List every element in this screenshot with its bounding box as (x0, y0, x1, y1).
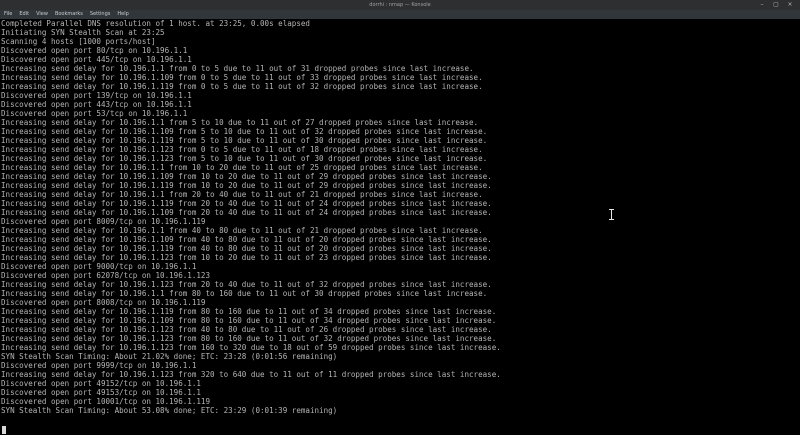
terminal-line: Increasing send delay for 10.196.1.1 fro… (1, 289, 488, 298)
title-bar[interactable]: dorrhi : nmap — Konsole – ▢ × (0, 0, 800, 10)
terminal-line: Increasing send delay for 10.196.1.109 f… (1, 316, 497, 325)
terminal-line: Initiating SYN Stealth Scan at 23:25 (1, 28, 165, 37)
terminal-line: Discovered open port 62078/tcp on 10.196… (1, 271, 211, 280)
terminal-line: Increasing send delay for 10.196.1.119 f… (1, 82, 483, 91)
menu-help[interactable]: Help (117, 10, 128, 19)
menu-bookmarks[interactable]: Bookmarks (55, 10, 83, 19)
terminal-line: Scanning 4 hosts [1000 ports/host] (1, 37, 156, 46)
terminal-line: Discovered open port 8008/tcp on 10.196.… (1, 298, 206, 307)
terminal-line: Increasing send delay for 10.196.1.119 f… (1, 244, 492, 253)
terminal-line: Discovered open port 139/tcp on 10.196.1… (1, 91, 192, 100)
window-controls: – ▢ × (758, 1, 794, 9)
terminal-line: Increasing send delay for 10.196.1.1 fro… (1, 226, 483, 235)
terminal-line: Increasing send delay for 10.196.1.123 f… (1, 325, 492, 334)
terminal-cursor (2, 426, 6, 434)
terminal-line: Discovered open port 9000/tcp on 10.196.… (1, 262, 197, 271)
terminal-line: Increasing send delay for 10.196.1.119 f… (1, 307, 497, 316)
terminal-line: Discovered open port 445/tcp on 10.196.1… (1, 55, 192, 64)
close-button[interactable]: × (786, 1, 794, 9)
terminal-line: Increasing send delay for 10.196.1.123 f… (1, 154, 488, 163)
terminal-line: Discovered open port 49152/tcp on 10.196… (1, 379, 201, 388)
terminal-line: Discovered open port 49153/tcp on 10.196… (1, 388, 201, 397)
text-cursor-icon (609, 209, 614, 220)
terminal-line: Increasing send delay for 10.196.1.123 f… (1, 370, 501, 379)
terminal-line: Increasing send delay for 10.196.1.123 f… (1, 334, 497, 343)
terminal-line: Increasing send delay for 10.196.1.1 fro… (1, 64, 474, 73)
terminal-line: Discovered open port 53/tcp on 10.196.1.… (1, 109, 188, 118)
terminal-line: Increasing send delay for 10.196.1.109 f… (1, 73, 483, 82)
terminal-line: Increasing send delay for 10.196.1.109 f… (1, 127, 488, 136)
menu-settings[interactable]: Settings (90, 10, 111, 19)
terminal-line: Discovered open port 443/tcp on 10.196.1… (1, 100, 192, 109)
terminal-line: Increasing send delay for 10.196.1.123 f… (1, 253, 492, 262)
terminal-line: Increasing send delay for 10.196.1.109 f… (1, 208, 492, 217)
menu-view[interactable]: View (36, 10, 48, 19)
window-title: dorrhi : nmap — Konsole (369, 2, 431, 8)
terminal-line: Increasing send delay for 10.196.1.119 f… (1, 199, 492, 208)
menu-edit[interactable]: Edit (19, 10, 29, 19)
terminal-line: Increasing send delay for 10.196.1.1 fro… (1, 190, 483, 199)
terminal-line: Increasing send delay for 10.196.1.1 fro… (1, 163, 483, 172)
terminal-line: Increasing send delay for 10.196.1.119 f… (1, 136, 488, 145)
minimize-button[interactable]: – (758, 1, 766, 9)
terminal-line: Increasing send delay for 10.196.1.109 f… (1, 172, 492, 181)
terminal-line: Completed Parallel DNS resolution of 1 h… (1, 19, 310, 28)
terminal-line: Discovered open port 9999/tcp on 10.196.… (1, 361, 197, 370)
terminal-line: Discovered open port 80/tcp on 10.196.1.… (1, 46, 188, 55)
terminal-line: Increasing send delay for 10.196.1.1 fro… (1, 118, 479, 127)
terminal-line: Increasing send delay for 10.196.1.123 f… (1, 280, 492, 289)
menu-file[interactable]: File (4, 10, 12, 19)
menu-bar: File Edit View Bookmarks Settings Help (0, 10, 800, 19)
terminal-line: SYN Stealth Scan Timing: About 53.08% do… (1, 406, 338, 415)
terminal-line: Increasing send delay for 10.196.1.123 f… (1, 145, 483, 154)
terminal-line: Increasing send delay for 10.196.1.123 f… (1, 343, 501, 352)
terminal-line: Increasing send delay for 10.196.1.109 f… (1, 235, 492, 244)
terminal-line: Discovered open port 8009/tcp on 10.196.… (1, 217, 206, 226)
konsole-window: dorrhi : nmap — Konsole – ▢ × File Edit … (0, 0, 800, 435)
terminal-line: SYN Stealth Scan Timing: About 21.02% do… (1, 352, 338, 361)
terminal-line: Discovered open port 10001/tcp on 10.196… (1, 397, 211, 406)
terminal-output[interactable]: Completed Parallel DNS resolution of 1 h… (0, 19, 800, 435)
terminal-line: Increasing send delay for 10.196.1.119 f… (1, 181, 492, 190)
maximize-button[interactable]: ▢ (772, 1, 780, 9)
